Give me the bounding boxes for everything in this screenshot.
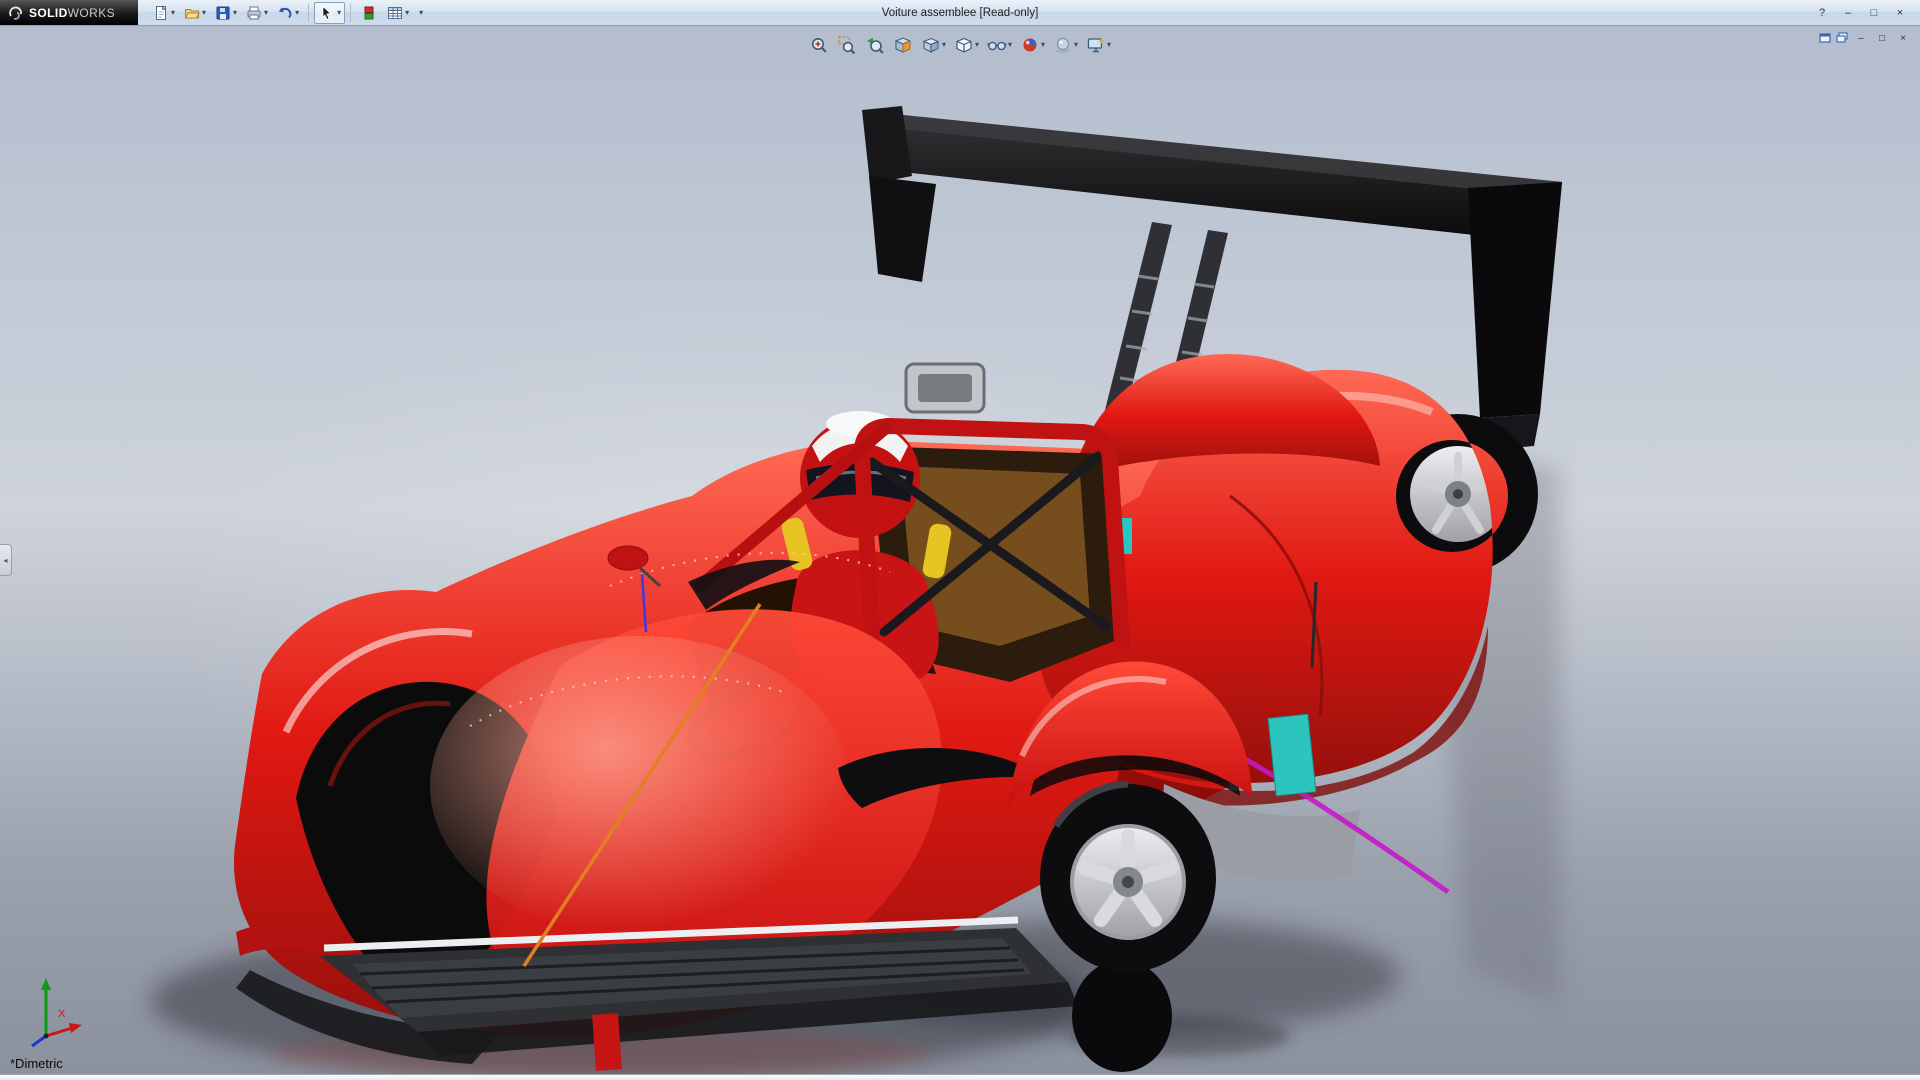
edit-appearance-button[interactable]: ▾ bbox=[1017, 33, 1048, 57]
collapse-arrow-icon: ◂ bbox=[3, 556, 7, 565]
help-button[interactable]: ? bbox=[1810, 4, 1834, 22]
apply-scene-icon bbox=[1053, 35, 1073, 55]
zoom-to-fit-button[interactable] bbox=[806, 33, 832, 57]
hide-show-items-icon bbox=[987, 35, 1007, 55]
design-table-icon bbox=[386, 4, 404, 22]
dropdown-caret[interactable]: ▾ bbox=[975, 41, 979, 49]
dropdown-caret[interactable]: ▾ bbox=[1107, 41, 1111, 49]
design-table-button[interactable]: ▾ bbox=[382, 2, 413, 24]
select-button[interactable]: ▾ bbox=[314, 2, 345, 24]
previous-view-icon bbox=[865, 35, 885, 55]
triad-z-axis bbox=[32, 1036, 46, 1046]
section-view-icon bbox=[893, 35, 913, 55]
document-window-controls: – □ × bbox=[1818, 30, 1912, 46]
dropdown-caret[interactable]: ▾ bbox=[202, 9, 206, 17]
view-orientation-button[interactable]: ▾ bbox=[918, 33, 949, 57]
dassault-logo-icon bbox=[8, 5, 24, 21]
new-document-icon bbox=[152, 4, 170, 22]
close-button[interactable]: × bbox=[1888, 4, 1912, 22]
apply-scene-button[interactable]: ▾ bbox=[1050, 33, 1081, 57]
triad-x-arrow bbox=[69, 1023, 82, 1033]
open-button[interactable]: ▾ bbox=[179, 2, 210, 24]
save-floppy-icon bbox=[214, 4, 232, 22]
doc-close-button[interactable]: × bbox=[1894, 30, 1912, 46]
dropdown-caret[interactable]: ▾ bbox=[264, 9, 268, 17]
toolbar-overflow-caret[interactable]: ▾ bbox=[419, 9, 423, 17]
graphics-viewport[interactable]: ▾ ▾ ▾ bbox=[0, 26, 1920, 1074]
dropdown-caret[interactable]: ▾ bbox=[1041, 41, 1045, 49]
print-button[interactable]: ▾ bbox=[241, 2, 272, 24]
dropdown-caret[interactable]: ▾ bbox=[337, 9, 341, 17]
brand-light: WORKS bbox=[68, 6, 115, 20]
status-bar bbox=[0, 1074, 1920, 1080]
dropdown-caret[interactable]: ▾ bbox=[233, 9, 237, 17]
save-button[interactable]: ▾ bbox=[210, 2, 241, 24]
solidworks-logo: SOLIDWORKS bbox=[0, 0, 138, 25]
color-display-mode-button[interactable] bbox=[356, 2, 382, 24]
orientation-triad: X bbox=[12, 972, 86, 1052]
view-orientation-label: *Dimetric bbox=[10, 1056, 63, 1071]
dropdown-caret[interactable]: ▾ bbox=[295, 9, 299, 17]
title-bar: SOLIDWORKS ▾ ▾ bbox=[0, 0, 1920, 26]
section-view-button[interactable] bbox=[890, 33, 916, 57]
dropdown-caret[interactable]: ▾ bbox=[942, 41, 946, 49]
select-cursor-icon bbox=[318, 4, 336, 22]
toolbar-separator bbox=[350, 4, 351, 22]
dropdown-caret[interactable]: ▾ bbox=[171, 9, 175, 17]
dropdown-caret[interactable]: ▾ bbox=[1008, 41, 1012, 49]
panel-collapse-tab[interactable]: ◂ bbox=[0, 544, 12, 576]
hide-show-items-button[interactable]: ▾ bbox=[984, 33, 1015, 57]
zoom-to-fit-icon bbox=[809, 35, 829, 55]
toolbar-separator bbox=[308, 4, 309, 22]
view-orientation-icon bbox=[921, 35, 941, 55]
minimize-button[interactable]: – bbox=[1836, 4, 1860, 22]
undo-icon bbox=[276, 4, 294, 22]
car-model-3d[interactable] bbox=[0, 26, 1920, 1074]
new-button[interactable]: ▾ bbox=[148, 2, 179, 24]
main-toolbar: ▾ ▾ ▾ bbox=[148, 0, 423, 25]
zoom-to-area-icon bbox=[837, 35, 857, 55]
display-style-icon bbox=[954, 35, 974, 55]
display-style-button[interactable]: ▾ bbox=[951, 33, 982, 57]
zoom-to-area-button[interactable] bbox=[834, 33, 860, 57]
undo-button[interactable]: ▾ bbox=[272, 2, 303, 24]
triad-y-arrow bbox=[41, 978, 51, 990]
view-settings-icon bbox=[1086, 35, 1106, 55]
color-display-mode-icon bbox=[360, 4, 378, 22]
headsup-toolbar: ▾ ▾ ▾ bbox=[802, 31, 1118, 59]
doc-minimize-button[interactable]: – bbox=[1852, 30, 1870, 46]
document-window-icon[interactable] bbox=[1818, 31, 1832, 45]
dropdown-caret[interactable]: ▾ bbox=[405, 9, 409, 17]
open-folder-icon bbox=[183, 4, 201, 22]
cascade-windows-icon[interactable] bbox=[1835, 31, 1849, 45]
window-controls: ? – □ × bbox=[1810, 4, 1920, 22]
print-icon bbox=[245, 4, 263, 22]
edit-appearance-icon bbox=[1020, 35, 1040, 55]
dropdown-caret[interactable]: ▾ bbox=[1074, 41, 1078, 49]
solidworks-window: SOLIDWORKS ▾ ▾ bbox=[0, 0, 1920, 1080]
view-settings-button[interactable]: ▾ bbox=[1083, 33, 1114, 57]
maximize-button[interactable]: □ bbox=[1862, 4, 1886, 22]
doc-restore-button[interactable]: □ bbox=[1873, 30, 1891, 46]
triad-x-label: X bbox=[58, 1008, 66, 1020]
previous-view-button[interactable] bbox=[862, 33, 888, 57]
document-title: Voiture assemblee [Read-only] bbox=[882, 0, 1039, 26]
brand-bold: SOLID bbox=[29, 6, 68, 20]
